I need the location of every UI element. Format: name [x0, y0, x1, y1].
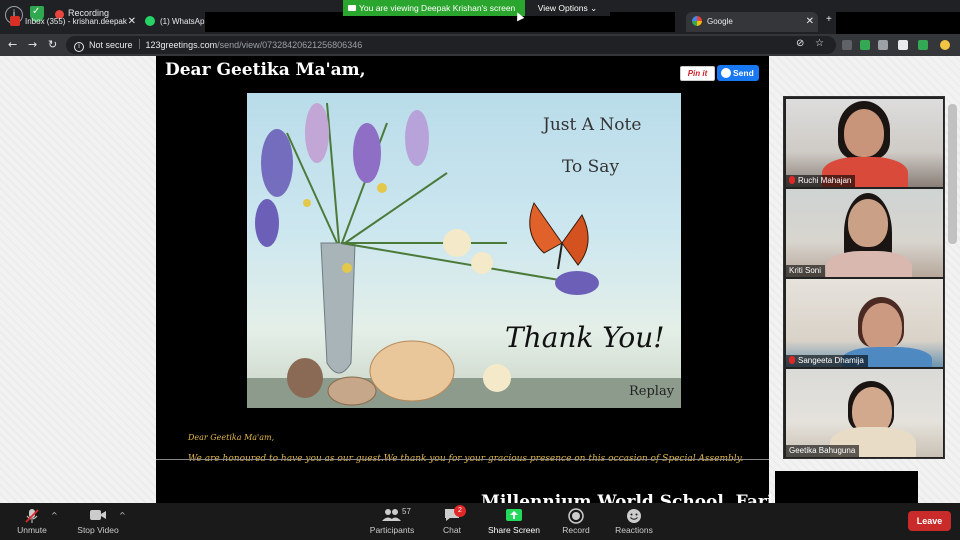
forward-icon[interactable]: →: [28, 36, 37, 54]
share-screen-icon: [484, 508, 544, 523]
tab-whatsapp[interactable]: (1) WhatsApp: [145, 12, 205, 32]
chat-bubble-icon: 2: [434, 505, 470, 523]
tab-gmail[interactable]: Inbox (355) - krishan.deepak ✕: [10, 12, 140, 32]
participant-name: Ruchi Mahajan: [786, 175, 856, 187]
ecard-animation[interactable]: Just A Note To Say Thank You! Replay: [247, 93, 681, 408]
audio-options-chevron-icon[interactable]: ^: [51, 511, 58, 520]
reactions-button[interactable]: Reactions: [612, 503, 656, 540]
video-options-chevron-icon[interactable]: ^: [119, 511, 126, 520]
tab-gmail-title: Inbox (355) - krishan.deepak: [25, 17, 127, 26]
participant-face: [848, 199, 888, 247]
ecard-illustration: [247, 102, 681, 408]
bookmark-star-icon[interactable]: ☆: [815, 38, 824, 49]
muted-mic-icon: [789, 356, 795, 364]
share-screen-label: Share Screen: [488, 525, 540, 535]
view-options-button[interactable]: View Options ⌄: [525, 0, 610, 16]
record-icon: [558, 508, 594, 524]
reactions-label: Reactions: [615, 525, 653, 535]
tab-google[interactable]: Google ✕: [686, 12, 818, 32]
browser-tab-strip: i Recording Inbox (355) - krishan.deepak…: [0, 0, 960, 40]
participant-tile[interactable]: Geetika Bahuguna: [786, 369, 943, 457]
participant-name: Geetika Bahuguna: [786, 445, 860, 457]
replay-button[interactable]: Replay: [629, 384, 674, 399]
new-tab-icon[interactable]: +: [826, 14, 832, 25]
nautilus-shell: [369, 340, 455, 402]
participant-face: [862, 303, 902, 351]
share-screen-button[interactable]: Share Screen: [484, 503, 544, 540]
seashell: [327, 376, 377, 406]
zoom-window: i Recording Inbox (355) - krishan.deepak…: [0, 0, 960, 540]
url-divider: [138, 39, 140, 49]
tab-whatsapp-title: (1) WhatsApp: [160, 17, 205, 26]
muted-microphone-icon: [10, 508, 54, 523]
record-label: Record: [562, 525, 590, 535]
pinterest-button[interactable]: Pin it: [680, 66, 715, 81]
google-icon: [692, 16, 702, 26]
profile-avatar-icon[interactable]: [940, 40, 950, 50]
record-button[interactable]: Record: [558, 503, 594, 540]
extension-icon[interactable]: [860, 40, 870, 50]
extension-icon[interactable]: [918, 40, 928, 50]
greeting-card: Dear Geetika Ma'am, Pin it Send Just A N…: [156, 56, 831, 503]
chat-label: Chat: [443, 525, 461, 535]
card-divider: [156, 459, 769, 460]
smiley-plus-icon: [612, 508, 656, 523]
muted-mic-icon: [789, 176, 795, 184]
close-tab-icon[interactable]: ✕: [128, 12, 136, 32]
message-greeting: Dear Geetika Ma'am,: [188, 433, 275, 442]
participant-count: 57: [402, 507, 411, 516]
participant-gallery: Ruchi Mahajan Kriti Soni Sangeeta Dhamij…: [783, 96, 945, 459]
security-label: Not secure: [89, 40, 133, 50]
notifications-blocked-icon[interactable]: ⊘: [796, 38, 804, 49]
participant-name: Sangeeta Dhamija: [786, 355, 868, 367]
chat-button[interactable]: 2 Chat: [434, 503, 470, 540]
page-scrollbar[interactable]: [948, 104, 957, 244]
card-greeting-title: Dear Geetika Ma'am,: [165, 60, 366, 80]
page-dark-block: [775, 471, 918, 503]
video-camera-icon: [72, 508, 124, 523]
participants-icon: 57: [367, 507, 417, 523]
participant-name: Kriti Soni: [786, 265, 826, 277]
extension-icon[interactable]: [898, 40, 908, 50]
url-path: /send/view/07328420621256806346: [217, 40, 363, 50]
participants-label: Participants: [369, 525, 415, 535]
messenger-send-button[interactable]: Send: [717, 65, 759, 81]
chat-unread-badge: 2: [454, 505, 466, 517]
participant-body: [826, 251, 912, 277]
close-tab-icon[interactable]: ✕: [806, 12, 814, 32]
screen-share-banner: You are viewing Deepak Krishan's screen: [343, 0, 525, 16]
participant-tile[interactable]: Sangeeta Dhamija: [786, 279, 943, 367]
extension-icon[interactable]: [842, 40, 852, 50]
stop-video-button[interactable]: Stop Video: [72, 503, 124, 540]
participant-face: [844, 109, 884, 157]
participant-tile[interactable]: Ruchi Mahajan: [786, 99, 943, 187]
leave-meeting-button[interactable]: Leave: [908, 511, 951, 531]
address-bar: ← → ↻ i Not secure 123greetings.com/send/v…: [0, 34, 960, 56]
participant-tile[interactable]: Kriti Soni: [786, 189, 943, 277]
extension-icon[interactable]: [878, 40, 888, 50]
butterfly: [529, 201, 589, 270]
card-text-to-say: To Say: [562, 157, 620, 177]
seashell: [287, 358, 323, 398]
url-host: 123greetings.com: [145, 40, 218, 50]
url-input[interactable]: i Not secure 123greetings.com/send/view/07…: [66, 36, 836, 54]
meeting-toolbar: Unmute ^ Stop Video ^ 57 Participants 2 …: [0, 503, 960, 540]
unmute-label: Unmute: [17, 525, 47, 535]
whatsapp-icon: [145, 16, 155, 26]
card-text-just-a-note: Just A Note: [543, 115, 642, 135]
back-icon[interactable]: ←: [8, 36, 17, 54]
gmail-icon: [10, 16, 20, 26]
site-info-icon[interactable]: i: [74, 42, 84, 52]
participants-button[interactable]: 57 Participants: [367, 503, 417, 540]
reload-icon[interactable]: ↻: [48, 36, 57, 54]
card-text-thank-you: Thank You!: [505, 321, 665, 354]
unmute-button[interactable]: Unmute: [10, 503, 54, 540]
stop-video-label: Stop Video: [77, 525, 119, 535]
tab-google-title: Google: [707, 17, 733, 26]
glass-vase: [320, 242, 356, 374]
